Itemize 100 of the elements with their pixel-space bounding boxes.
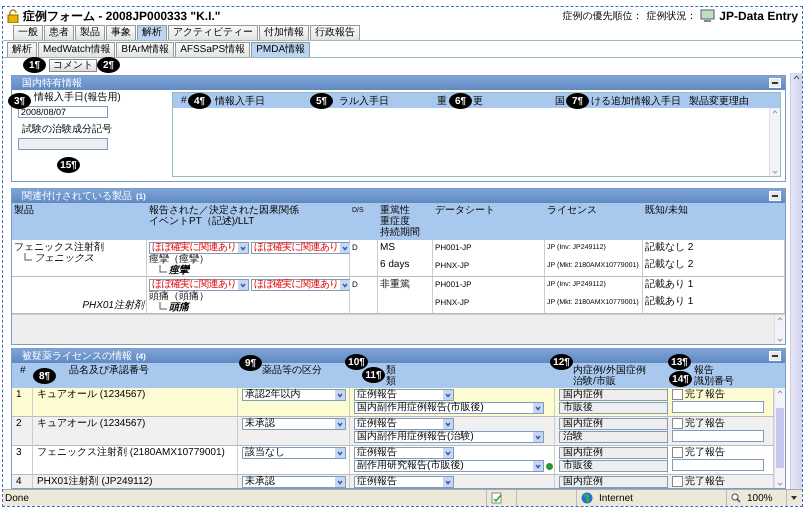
comment-button[interactable]: コメント bbox=[49, 59, 97, 72]
table-cell-text: 6 days bbox=[380, 259, 410, 270]
chevron-icon bbox=[443, 448, 453, 458]
minus-icon bbox=[772, 195, 778, 197]
event-term: 痙攣（痙攣） bbox=[149, 254, 210, 265]
tree-branch-icon bbox=[24, 253, 32, 261]
tab[interactable]: 事象 bbox=[106, 25, 136, 40]
dropdown[interactable]: 症例報告 bbox=[354, 476, 454, 488]
scroll-down-icon[interactable] bbox=[776, 480, 784, 488]
dropdown[interactable]: ほぼ確実に関連あり bbox=[251, 279, 351, 291]
table-cell-text: 記載なし 2 bbox=[645, 242, 694, 253]
checkbox[interactable] bbox=[672, 389, 683, 400]
product-name: PHX01注射剤 (JP249112) bbox=[37, 476, 154, 487]
product-name: キュアオール (1234567) bbox=[37, 389, 146, 400]
scroll-down-icon[interactable] bbox=[776, 336, 784, 344]
monitor-icon bbox=[700, 9, 716, 23]
dropdown[interactable]: 承認2年以内 bbox=[242, 389, 346, 401]
dropdown[interactable]: 症例報告 bbox=[354, 418, 454, 430]
dropdown[interactable]: ほぼ確実に関連あり bbox=[149, 242, 249, 254]
chevron-icon bbox=[443, 390, 453, 400]
column-header: 類 bbox=[386, 376, 397, 387]
minimize-button[interactable] bbox=[769, 351, 781, 361]
scroll-up-icon[interactable] bbox=[776, 315, 784, 323]
column-header: ライセンス bbox=[545, 203, 643, 240]
zoom-level[interactable]: 100% bbox=[745, 492, 773, 504]
minimize-button[interactable] bbox=[769, 191, 781, 201]
input-field[interactable] bbox=[672, 430, 764, 442]
scroll-up-icon[interactable] bbox=[792, 73, 801, 82]
chevron-icon bbox=[238, 280, 248, 290]
row-number: 3 bbox=[16, 447, 23, 458]
tab[interactable]: MedWatch情報 bbox=[38, 42, 116, 57]
panel-title: 国内特有情報 bbox=[22, 76, 82, 90]
lock-icon bbox=[7, 9, 19, 23]
tab[interactable]: 解析 bbox=[137, 25, 167, 40]
security-zone: Internet bbox=[598, 492, 633, 504]
checkbox[interactable] bbox=[672, 447, 683, 458]
dropdown[interactable]: ほぼ確実に関連あり bbox=[149, 279, 249, 291]
tab[interactable]: 製品 bbox=[75, 25, 105, 40]
case-status: JP-Data Entry bbox=[719, 9, 798, 23]
scrollbar[interactable] bbox=[774, 388, 785, 488]
callout-marker: 1¶ bbox=[23, 57, 46, 73]
item-count: (1) bbox=[136, 192, 146, 200]
minimize-button[interactable] bbox=[769, 78, 781, 88]
chevron-icon bbox=[335, 419, 345, 429]
scroll-up-icon[interactable] bbox=[771, 108, 779, 116]
table-cell-text: PH001-JP bbox=[435, 279, 472, 290]
product-child: フェニックス bbox=[34, 253, 94, 264]
dropdown[interactable]: 国内副作用症例報告(市販後) bbox=[354, 402, 544, 414]
callout-marker: 2¶ bbox=[97, 57, 120, 73]
event-llt: 頭痛 bbox=[169, 302, 189, 313]
checkbox[interactable] bbox=[672, 476, 683, 487]
tab[interactable]: アクティビティー bbox=[168, 25, 258, 40]
tree-branch-icon bbox=[159, 265, 167, 273]
scroll-thumb[interactable] bbox=[776, 408, 784, 468]
caret-icon[interactable] bbox=[791, 496, 797, 500]
tab[interactable]: 行政報告 bbox=[310, 25, 360, 40]
checkbox[interactable] bbox=[672, 418, 683, 429]
column-header: 識別番号 bbox=[694, 376, 735, 387]
input-field[interactable] bbox=[672, 459, 764, 471]
dropdown[interactable]: 該当なし bbox=[242, 447, 346, 459]
scrollbar[interactable] bbox=[790, 73, 802, 489]
dropdown[interactable]: 副作用研究報告(市販後) bbox=[354, 460, 544, 472]
tab[interactable]: 解析 bbox=[7, 42, 37, 57]
tab[interactable]: BfArM情報 bbox=[116, 42, 174, 57]
row-number: 4 bbox=[16, 476, 23, 487]
tab[interactable]: PMDA情報 bbox=[251, 42, 310, 57]
minus-icon bbox=[772, 355, 778, 357]
chevron-icon bbox=[443, 419, 453, 429]
dropdown[interactable]: 症例報告 bbox=[354, 447, 454, 459]
tab[interactable]: 患者 bbox=[44, 25, 74, 40]
dropdown[interactable]: ほぼ確実に関連あり bbox=[251, 242, 351, 254]
input-field[interactable] bbox=[18, 138, 108, 150]
tab[interactable]: 一般 bbox=[13, 25, 43, 40]
scroll-up-icon[interactable] bbox=[776, 388, 784, 396]
priority-label: 症例の優先順位： bbox=[562, 10, 642, 23]
date-field[interactable]: 2008/08/07 bbox=[18, 106, 108, 118]
column-header: 品名及び承認番号 bbox=[69, 365, 150, 376]
chevron-icon bbox=[533, 403, 543, 413]
readonly-field: 国内症例 bbox=[559, 476, 668, 488]
input-field[interactable] bbox=[672, 401, 764, 413]
chevron-icon bbox=[335, 390, 345, 400]
readonly-field: 国内症例 bbox=[559, 389, 668, 401]
dropdown[interactable]: 症例報告 bbox=[354, 389, 454, 401]
column-header: 重篤性 重症度 持続期間 bbox=[378, 203, 433, 240]
dropdown[interactable]: 未承認 bbox=[242, 418, 346, 430]
checkbox-label: 完了報告 bbox=[685, 476, 725, 487]
status-label: 症例状況： bbox=[646, 10, 696, 23]
dropdown[interactable]: 未承認 bbox=[242, 476, 346, 488]
tab[interactable]: 付加情報 bbox=[259, 25, 309, 40]
scroll-down-icon[interactable] bbox=[771, 168, 779, 176]
column-header: 更 bbox=[473, 94, 483, 108]
product-name: キュアオール (1234567) bbox=[37, 418, 146, 429]
tab[interactable]: AFSSaPS情報 bbox=[175, 42, 250, 57]
scrollbar[interactable] bbox=[769, 108, 780, 176]
globe-icon bbox=[581, 492, 593, 504]
column-header: 重 bbox=[437, 94, 447, 108]
dropdown[interactable]: 国内副作用症例報告(治験) bbox=[354, 431, 544, 443]
table-cell-text: 記載なし 2 bbox=[645, 259, 694, 270]
column-header: 製品 bbox=[12, 203, 147, 240]
scrollbar[interactable] bbox=[774, 315, 785, 344]
